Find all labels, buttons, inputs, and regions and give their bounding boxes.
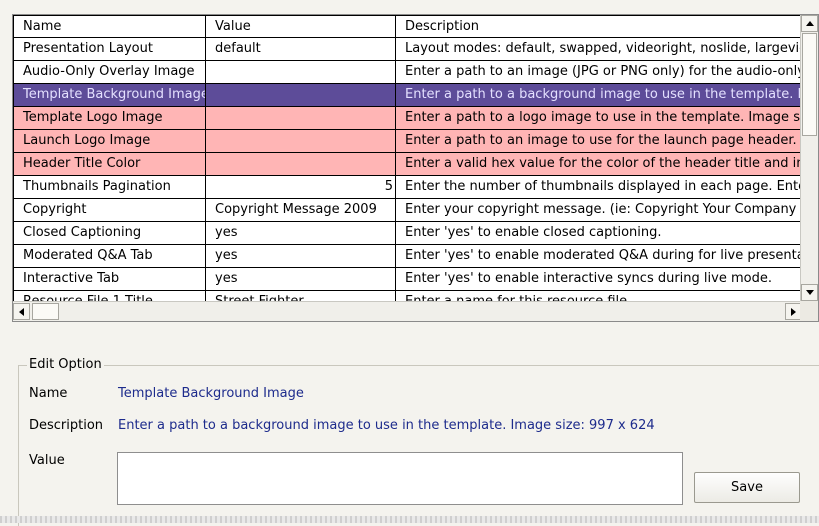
scroll-up-button[interactable] — [801, 15, 818, 32]
options-table: Name Value Description Presentation Layo… — [13, 15, 802, 301]
cell-value[interactable] — [205, 106, 396, 130]
value-input[interactable] — [117, 452, 683, 505]
table-row[interactable]: Copyright Copyright Message 2009 Enter you… — [13, 198, 802, 222]
table-row[interactable]: Launch Logo Image Enter a path to an imag… — [13, 129, 802, 153]
cell-description[interactable]: Enter a path to an image (JPG or PNG onl… — [395, 60, 802, 84]
cell-description[interactable]: Enter the number of thumbnails displayed… — [395, 175, 802, 199]
table-row[interactable]: Thumbnails Pagination 5 Enter the number o… — [13, 175, 802, 199]
description-label: Description — [29, 418, 104, 433]
cell-name[interactable]: Launch Logo Image — [13, 129, 206, 153]
cell-value[interactable]: Copyright Message 2009 — [205, 198, 396, 222]
status-strip — [0, 516, 819, 523]
name-value: Template Background Image — [118, 386, 304, 401]
cell-value[interactable]: yes — [205, 244, 396, 268]
table-row[interactable]: Template Background Image Enter a path to… — [13, 83, 802, 107]
cell-description[interactable]: Enter 'yes' to enable moderated Q&A duri… — [395, 244, 802, 268]
cell-name[interactable]: Thumbnails Pagination — [13, 175, 206, 199]
table-row[interactable]: Interactive Tab yes Enter 'yes' to enable … — [13, 267, 802, 291]
cell-value[interactable]: yes — [205, 267, 396, 291]
description-value: Enter a path to a background image to us… — [118, 418, 655, 433]
cell-description[interactable]: Enter a name for this resource file. — [395, 290, 802, 301]
cell-description[interactable]: Enter a path to a logo image to use in t… — [395, 106, 802, 130]
arrow-up-icon — [805, 21, 814, 26]
cell-description[interactable]: Layout modes: default, swapped, videorig… — [395, 37, 802, 61]
cell-value[interactable]: default — [205, 37, 396, 61]
name-label: Name — [29, 386, 68, 401]
edit-option-legend: Edit Option — [27, 357, 104, 373]
column-header-name[interactable]: Name — [13, 15, 206, 38]
column-header-value[interactable]: Value — [205, 15, 396, 38]
column-header-description[interactable]: Description — [395, 15, 802, 38]
header-row: Name Value Description — [13, 15, 802, 38]
cell-name[interactable]: Presentation Layout — [13, 37, 206, 61]
cell-name[interactable]: Audio-Only Overlay Image — [13, 60, 206, 84]
cell-value[interactable]: Street Fighter — [205, 290, 396, 301]
options-table-viewport: Name Value Description Presentation Layo… — [13, 15, 802, 301]
value-label: Value — [29, 453, 65, 468]
cell-description[interactable]: Enter your copyright message. (ie: Copyr… — [395, 198, 802, 222]
cell-description[interactable]: Enter a path to an image to use for the … — [395, 129, 802, 153]
cell-name[interactable]: Template Background Image — [13, 83, 206, 107]
cell-value[interactable]: yes — [205, 221, 396, 245]
cell-name[interactable]: Template Logo Image — [13, 106, 206, 130]
arrow-left-icon — [19, 307, 24, 316]
cell-name[interactable]: Copyright — [13, 198, 206, 222]
table-row[interactable]: Audio-Only Overlay Image Enter a path to … — [13, 60, 802, 84]
edit-option-group: Edit Option Name Template Background Ima… — [18, 357, 819, 526]
save-button[interactable]: Save — [694, 472, 800, 503]
table-row[interactable]: Moderated Q&A Tab yes Enter 'yes' to enabl… — [13, 244, 802, 268]
cell-name[interactable]: Header Title Color — [13, 152, 206, 176]
cell-description[interactable]: Enter a valid hex value for the color of… — [395, 152, 802, 176]
vertical-scrollbar[interactable] — [800, 15, 818, 301]
cell-description[interactable]: Enter 'yes' to enable closed captioning. — [395, 221, 802, 245]
cell-description[interactable]: Enter 'yes' to enable interactive syncs … — [395, 267, 802, 291]
table-row[interactable]: Template Logo Image Enter a path to a log… — [13, 106, 802, 130]
scroll-down-button[interactable] — [801, 284, 818, 301]
cell-name[interactable]: Moderated Q&A Tab — [13, 244, 206, 268]
arrow-right-icon — [791, 307, 796, 316]
cell-name[interactable]: Closed Captioning — [13, 221, 206, 245]
cell-value[interactable] — [205, 83, 396, 107]
table-row[interactable]: Closed Captioning yes Enter 'yes' to enabl… — [13, 221, 802, 245]
cell-value[interactable] — [205, 60, 396, 84]
cell-name[interactable]: Interactive Tab — [13, 267, 206, 291]
cell-value[interactable] — [205, 129, 396, 153]
scrollbar-corner — [800, 301, 818, 321]
horizontal-scrollbar[interactable] — [13, 301, 802, 321]
table-body: Presentation Layout default Layout modes: … — [13, 37, 802, 301]
table-row[interactable]: Resource File 1 TitleStreet FighterEnter… — [13, 290, 802, 301]
table-row[interactable]: Header Title Color Enter a valid hex valu… — [13, 152, 802, 176]
cell-value[interactable]: 5 — [205, 175, 396, 199]
options-grid[interactable]: Name Value Description Presentation Layo… — [12, 14, 819, 322]
cell-description[interactable]: Enter a path to a background image to us… — [395, 83, 802, 107]
arrow-down-icon — [805, 290, 814, 295]
vertical-scroll-thumb[interactable] — [802, 33, 817, 136]
table-row[interactable]: Presentation Layout default Layout modes: … — [13, 37, 802, 61]
scroll-left-button[interactable] — [13, 303, 30, 320]
cell-name[interactable]: Resource File 1 Title — [13, 290, 206, 301]
cell-value[interactable] — [205, 152, 396, 176]
horizontal-scroll-thumb[interactable] — [32, 303, 59, 320]
